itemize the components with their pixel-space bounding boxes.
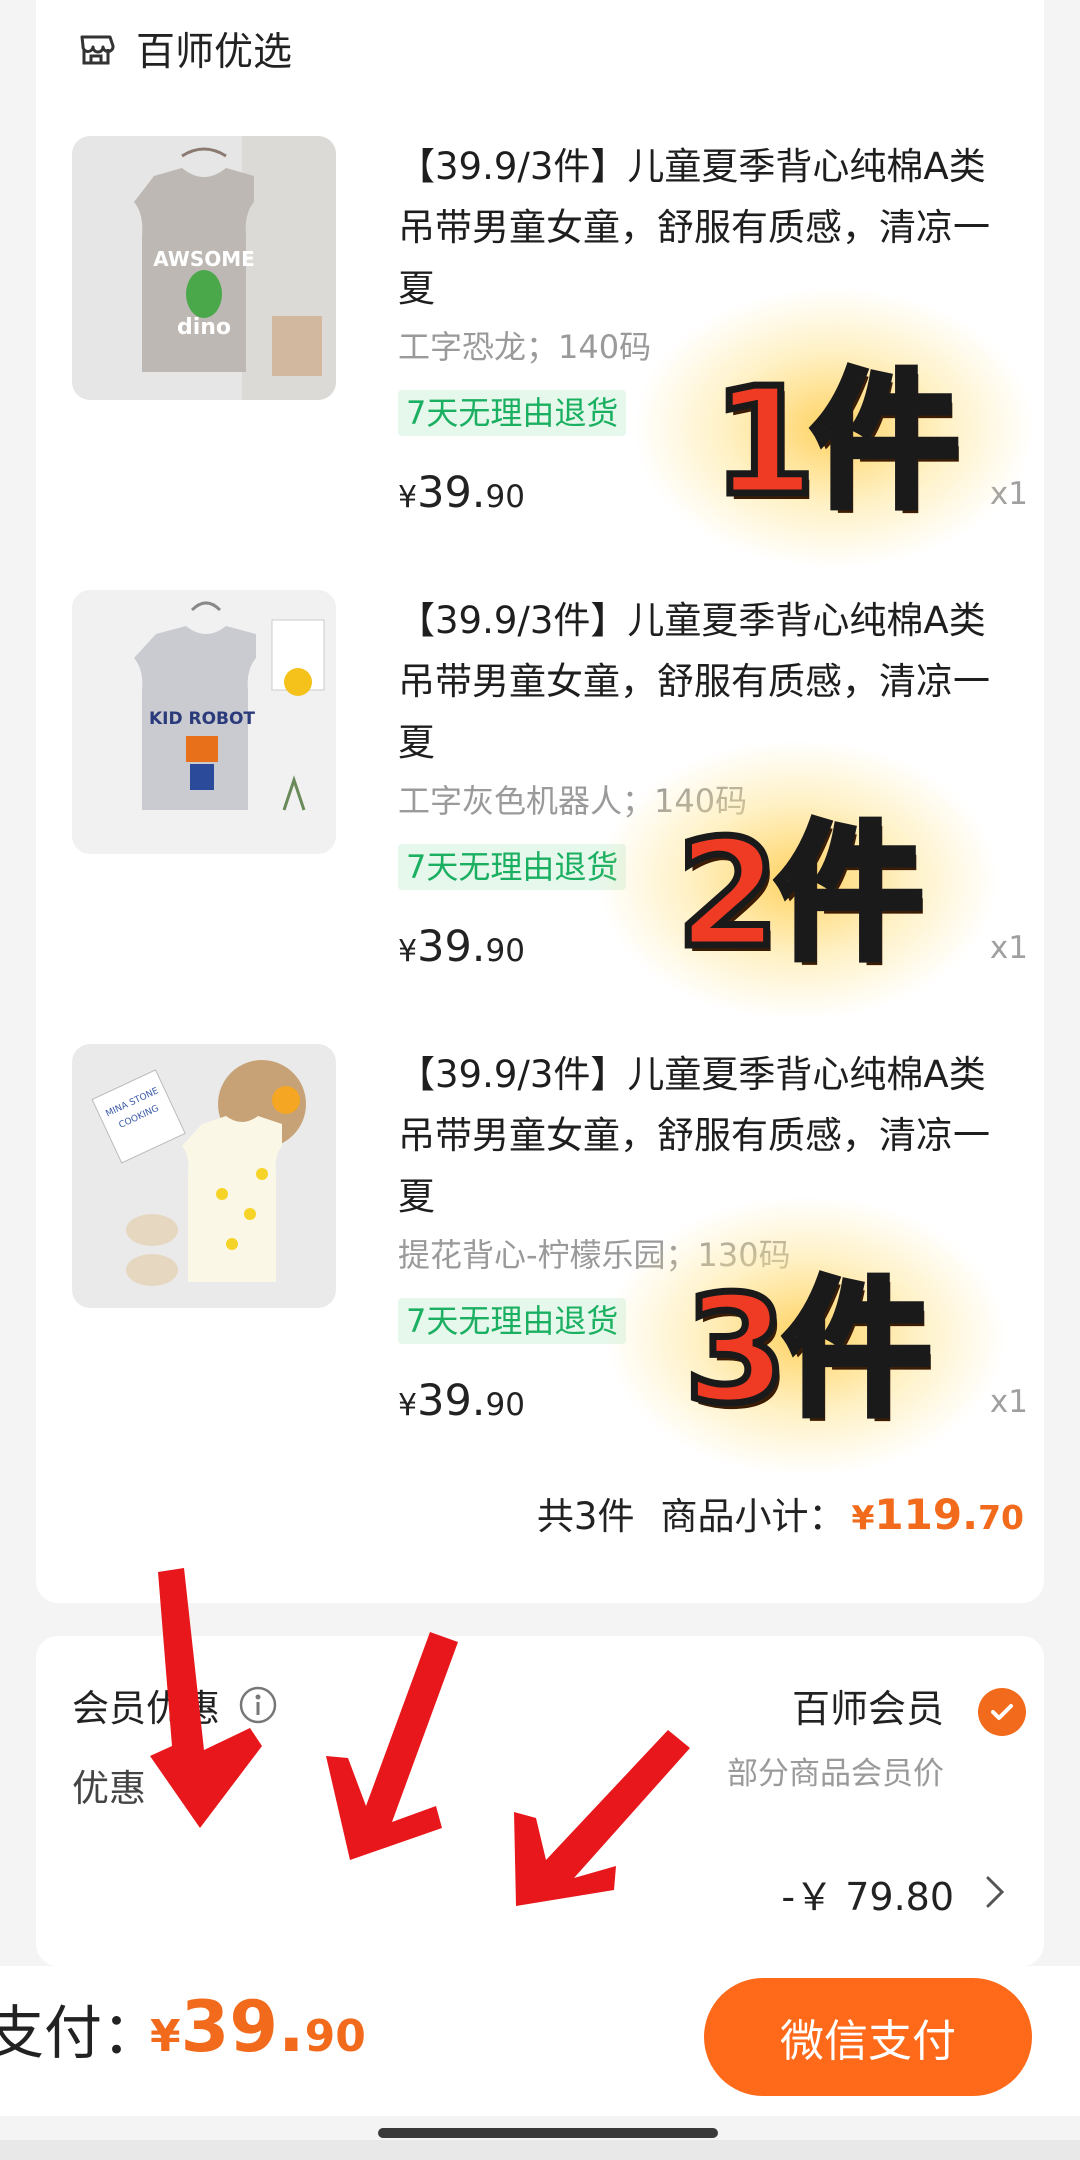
quantity-sticker-2: 2件 (598, 740, 998, 1020)
bottom-strip (0, 2140, 1080, 2160)
svg-text:KID ROBOT: KID ROBOT (149, 709, 255, 729)
store-name: 百师优选 (136, 30, 293, 75)
member-discount-card: 会员优惠 百师会员 部分商品会员价 优惠 -￥ 79.80 (36, 1636, 1044, 1966)
item-count: 共3件 (536, 1495, 635, 1538)
member-discount-row[interactable]: 会员优惠 (72, 1678, 278, 1732)
pay-amount: ¥39.90 (150, 1986, 366, 2068)
product-price: ¥39.90 (398, 1376, 525, 1426)
order-subtotal: 共3件 商品小计： ¥119. 70 (537, 1486, 1024, 1540)
product-price: ¥39.90 (398, 468, 525, 518)
pay-label: 支付： (0, 1999, 161, 2067)
return-policy-tag: 7天无理由退货 (398, 844, 627, 890)
discount-amount[interactable]: -￥ 79.80 (781, 1866, 954, 1921)
store-header[interactable]: 百师优选 (76, 24, 293, 75)
member-title: 百师会员 (791, 1687, 944, 1731)
checkout-bar: 支付： ¥39.90 微信支付 (0, 1966, 1080, 2116)
product-title[interactable]: 【39.9/3件】儿童夏季背心纯棉A类吊带男童女童，舒服有质感，清凉一夏 (398, 1044, 1018, 1227)
wechat-pay-button[interactable]: 微信支付 (704, 1978, 1032, 2096)
member-checkbox[interactable] (978, 1688, 1026, 1736)
product-image-lemon-tank[interactable]: MINA STONE COOKING (72, 1044, 336, 1308)
quantity-sticker-3: 3件 (606, 1196, 1006, 1476)
quantity-sticker-1: 1件 (634, 288, 1034, 568)
return-policy-tag: 7天无理由退货 (398, 390, 627, 436)
home-indicator[interactable] (378, 2128, 718, 2138)
product-price: ¥39.90 (398, 922, 525, 972)
product-quantity: x1 (989, 1384, 1028, 1420)
product-title[interactable]: 【39.9/3件】儿童夏季背心纯棉A类吊带男童女童，舒服有质感，清凉一夏 (398, 136, 1018, 319)
member-discount-label: 会员优惠 (72, 1687, 220, 1730)
return-policy-tag: 7天无理由退货 (398, 1298, 627, 1344)
product-title[interactable]: 【39.9/3件】儿童夏季背心纯棉A类吊带男童女童，舒服有质感，清凉一夏 (398, 590, 1018, 773)
discount-label: 优惠 (72, 1767, 146, 1810)
member-desc: 部分商品会员价 (727, 1756, 944, 1792)
product-image-robot-tank[interactable]: KID ROBOT (72, 590, 336, 854)
chevron-right-icon[interactable] (982, 1872, 1008, 1912)
store-icon (80, 35, 115, 65)
svg-text:AWSOME: AWSOME (153, 247, 255, 271)
product-spec: 工字恐龙；140码 (398, 328, 652, 366)
product-quantity: x1 (989, 930, 1028, 966)
check-icon (991, 1704, 1013, 1720)
product-image-dino-tank[interactable]: AWSOME dino (72, 136, 336, 400)
subtotal-label: 商品小计： (660, 1495, 846, 1538)
svg-text:dino: dino (177, 315, 231, 340)
order-card: 百师优选 AWSOME dino 【39.9/3件】儿童夏季背心纯棉A类吊带男童… (36, 0, 1044, 1603)
info-icon[interactable] (238, 1685, 278, 1725)
